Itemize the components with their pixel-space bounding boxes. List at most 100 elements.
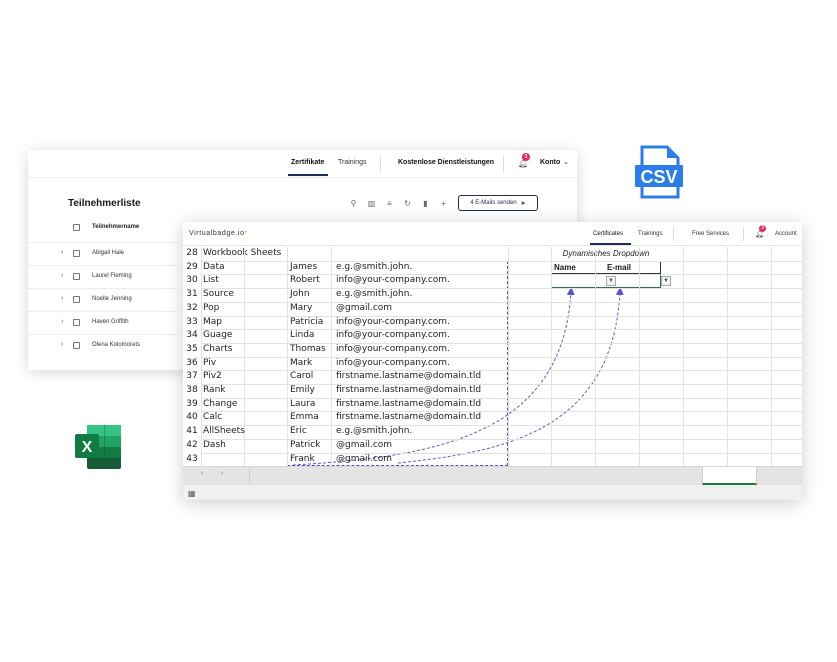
- row-number[interactable]: 30: [183, 274, 201, 288]
- cell-email[interactable]: firstname.lastname@domain.tld: [336, 398, 481, 412]
- chevron-right-icon[interactable]: ›: [61, 295, 63, 302]
- cell-sheet-name[interactable]: Piv: [203, 357, 216, 371]
- nav-account-de[interactable]: Konto: [540, 159, 560, 166]
- sheet-tab-strip[interactable]: [249, 467, 702, 485]
- row-number[interactable]: 42: [183, 439, 201, 453]
- chevron-right-icon[interactable]: ›: [61, 272, 63, 279]
- row-number[interactable]: 37: [183, 370, 201, 384]
- cell-email[interactable]: e.g.@smith.john.: [336, 425, 412, 439]
- add-icon[interactable]: +: [438, 199, 449, 208]
- table-row[interactable]: › Olena Kolomorets: [28, 334, 178, 357]
- cell-first-name[interactable]: Thomas: [290, 343, 326, 357]
- cell-first-name[interactable]: Emma: [290, 411, 319, 425]
- spreadsheet-grid[interactable]: Workbook Sheets Dynamisches Dropdown Nam…: [183, 247, 802, 468]
- cell-first-name[interactable]: Eric: [290, 425, 307, 439]
- cell-first-name[interactable]: Carol: [290, 370, 313, 384]
- refresh-icon[interactable]: ↻: [402, 199, 413, 208]
- row-number[interactable]: 28: [183, 247, 201, 261]
- cell-email[interactable]: @gmail.com: [336, 439, 392, 453]
- row-number[interactable]: 43: [183, 453, 201, 467]
- cell-sheet-name[interactable]: Rank: [203, 384, 226, 398]
- cell-first-name[interactable]: Mary: [290, 302, 312, 316]
- cell-sheet-name[interactable]: Charts: [203, 343, 232, 357]
- cell-first-name[interactable]: James: [290, 261, 317, 275]
- cell-first-name[interactable]: Patrick: [290, 439, 320, 453]
- table-row[interactable]: › Haven Griffith: [28, 311, 178, 334]
- cell-sheet-name[interactable]: Calc: [203, 411, 222, 425]
- nav-trainings-de[interactable]: Trainings: [338, 159, 367, 166]
- cell-first-name[interactable]: Frank: [290, 453, 315, 467]
- tab-prev-icon[interactable]: ‹: [201, 470, 203, 477]
- cell-sheet-name[interactable]: Pop: [203, 302, 219, 316]
- cell-sheet-name[interactable]: Piv2: [203, 370, 222, 384]
- cell-email[interactable]: firstname.lastname@domain.tld: [336, 384, 481, 398]
- cell-first-name[interactable]: Linda: [290, 329, 314, 343]
- nav-trainings[interactable]: Trainings: [638, 231, 662, 237]
- sheet-tab-active[interactable]: [702, 467, 757, 485]
- nav-certificates-de[interactable]: Zertifikate: [291, 159, 324, 166]
- row-number[interactable]: 34: [183, 329, 201, 343]
- row-checkbox[interactable]: [73, 250, 80, 257]
- row-checkbox[interactable]: [73, 273, 80, 280]
- cell-sheet-name[interactable]: Map: [203, 316, 222, 330]
- row-number[interactable]: 33: [183, 316, 201, 330]
- table-row[interactable]: › Noelle Jenning: [28, 288, 178, 311]
- chevron-right-icon[interactable]: ›: [61, 249, 63, 256]
- row-number[interactable]: 41: [183, 425, 201, 439]
- cell-first-name[interactable]: John: [290, 288, 310, 302]
- nav-free-services[interactable]: Free Services: [692, 231, 729, 237]
- cell-email[interactable]: info@your-company.com.: [336, 329, 450, 343]
- cell-email[interactable]: e.g.@smith.john.: [336, 261, 412, 275]
- sheet-status-icon[interactable]: ▦: [188, 489, 196, 498]
- row-number[interactable]: 38: [183, 384, 201, 398]
- cell-email[interactable]: @gmail.com: [336, 453, 392, 467]
- cell-sheet-name[interactable]: Source: [203, 288, 234, 302]
- chevron-right-icon[interactable]: ›: [61, 341, 63, 348]
- row-number[interactable]: 32: [183, 302, 201, 316]
- row-checkbox[interactable]: [73, 342, 80, 349]
- cell-email[interactable]: firstname.lastname@domain.tld: [336, 411, 481, 425]
- nav-account[interactable]: Account: [775, 231, 797, 237]
- cell-sheet-name[interactable]: Change: [203, 398, 237, 412]
- cell-email[interactable]: info@your-company.com.: [336, 343, 450, 357]
- row-checkbox[interactable]: [73, 319, 80, 326]
- cell-email[interactable]: @gmail.com: [336, 302, 392, 316]
- chevron-right-icon[interactable]: ›: [61, 318, 63, 325]
- cell-sheet-name[interactable]: Dash: [203, 439, 226, 453]
- cell-email[interactable]: e.g.@smith.john.: [336, 288, 412, 302]
- filter-icon[interactable]: ≡: [384, 199, 395, 208]
- tab-next-icon[interactable]: ›: [221, 470, 223, 477]
- cell-sheet-name[interactable]: List: [203, 274, 219, 288]
- table-row[interactable]: › Abigail Hale: [28, 242, 178, 265]
- cell-sheet-name[interactable]: AllSheets: [203, 425, 245, 439]
- nav-certificates[interactable]: Certificates: [593, 231, 623, 237]
- chevron-down-icon[interactable]: ⌄: [563, 158, 569, 166]
- row-number[interactable]: 31: [183, 288, 201, 302]
- row-number[interactable]: 35: [183, 343, 201, 357]
- send-emails-button[interactable]: 4 E-Mails senden ➤: [458, 195, 538, 211]
- cell-sheet-name[interactable]: Data: [203, 261, 225, 275]
- name-dropdown-arrow-icon[interactable]: ▼: [606, 276, 616, 286]
- row-number[interactable]: 29: [183, 261, 201, 275]
- email-dropdown-arrow-icon[interactable]: ▼: [661, 276, 671, 286]
- columns-icon[interactable]: ▥: [366, 199, 377, 208]
- cell-email[interactable]: firstname.lastname@domain.tld: [336, 370, 481, 384]
- select-all-checkbox[interactable]: [73, 224, 80, 231]
- row-number[interactable]: 40: [183, 411, 201, 425]
- search-icon[interactable]: ⚲: [348, 199, 359, 208]
- table-row[interactable]: › Laurel Fleming: [28, 265, 178, 288]
- cell-email[interactable]: info@your-company.com.: [336, 316, 450, 330]
- cell-email[interactable]: info@your-company.com.: [336, 357, 450, 371]
- cell-first-name[interactable]: Emily: [290, 384, 315, 398]
- cell-first-name[interactable]: Robert: [290, 274, 320, 288]
- cell-workbook-sheets[interactable]: Workbook Sheets: [203, 247, 281, 261]
- virtualbadge-logo[interactable]: Virtualbadge.io•: [189, 230, 247, 237]
- nav-free-services-de[interactable]: Kostenlose Dienstleistungen: [398, 159, 494, 166]
- cell-email[interactable]: info@your-company.com.: [336, 274, 450, 288]
- cell-first-name[interactable]: Mark: [290, 357, 312, 371]
- row-number[interactable]: 36: [183, 357, 201, 371]
- trash-icon[interactable]: ▮: [420, 199, 431, 208]
- cell-first-name[interactable]: Patricia: [290, 316, 323, 330]
- row-checkbox[interactable]: [73, 296, 80, 303]
- cell-first-name[interactable]: Laura: [290, 398, 315, 412]
